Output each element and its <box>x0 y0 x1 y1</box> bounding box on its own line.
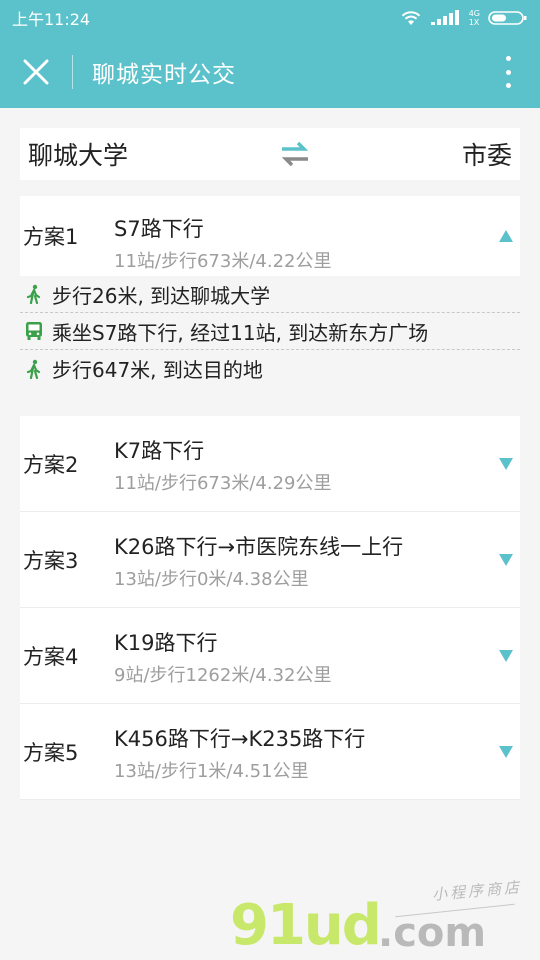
plan-card-5[interactable]: 方案5 K456路下行→K235路下行 13站/步行1米/4.51公里 <box>20 704 520 800</box>
battery-icon <box>488 11 527 25</box>
status-bar: 上午11:24 4G 1X <box>0 0 540 36</box>
plan-number: 方案3 <box>23 548 79 573</box>
plan-number: 方案2 <box>23 452 79 477</box>
step-text: 步行26米, 到达聊城大学 <box>52 283 271 308</box>
watermark: 91ud .com 小程序商店 <box>230 878 530 960</box>
page-title: 聊城实时公交 <box>92 62 236 88</box>
nav-divider <box>72 55 73 89</box>
watermark-subtitle: 小程序商店 <box>431 878 523 904</box>
close-icon <box>23 59 49 85</box>
nav-bar: 聊城实时公交 <box>0 36 540 108</box>
plan-line: K456路下行→K235路下行 <box>114 727 366 751</box>
plan-line: K7路下行 <box>114 439 205 463</box>
plan-list: 方案1 S7路下行 11站/步行673米/4.22公里 步行26米, 到达聊城大… <box>20 196 520 800</box>
swap-button[interactable] <box>275 134 315 174</box>
network-type: 4G <box>468 9 480 18</box>
plan-line: K26路下行→市医院东线一上行 <box>114 535 404 559</box>
expand-arrow-icon[interactable] <box>498 553 514 567</box>
signal-icon <box>430 10 459 25</box>
watermark-domain: .com <box>378 910 487 956</box>
expand-arrow-icon[interactable] <box>498 649 514 663</box>
walk-icon <box>20 284 48 304</box>
close-button[interactable] <box>0 36 72 108</box>
plan-meta: 11站/步行673米/4.22公里 <box>114 251 332 272</box>
expand-arrow-icon[interactable] <box>498 457 514 471</box>
more-dot-icon <box>505 69 511 75</box>
destination-stop[interactable]: 市委 <box>462 136 512 172</box>
expand-arrow-icon[interactable] <box>498 745 514 759</box>
plan-line: S7路下行 <box>114 217 204 241</box>
other-plans: 方案2 K7路下行 11站/步行673米/4.29公里 方案3 K26路下行→市… <box>20 416 520 800</box>
plan-card-4[interactable]: 方案4 K19路下行 9站/步行1262米/4.32公里 <box>20 608 520 704</box>
origin-stop[interactable]: 聊城大学 <box>28 136 128 172</box>
bus-icon <box>20 321 48 341</box>
wifi-icon <box>401 11 420 25</box>
plan-number: 方案5 <box>23 740 79 765</box>
network-sub: 1X <box>468 18 480 27</box>
plan-card-3[interactable]: 方案3 K26路下行→市医院东线一上行 13站/步行0米/4.38公里 <box>20 512 520 608</box>
more-menu-button[interactable] <box>498 56 518 88</box>
more-dot-icon <box>505 56 511 61</box>
route-selector: 聊城大学 市委 <box>20 128 520 180</box>
plan-card-1[interactable]: 方案1 S7路下行 11站/步行673米/4.22公里 <box>20 196 520 276</box>
more-dot-icon <box>505 83 511 88</box>
step-text: 步行647米, 到达目的地 <box>52 358 263 382</box>
plan-meta: 13站/步行0米/4.38公里 <box>114 569 309 590</box>
plan-number: 方案1 <box>23 225 79 249</box>
step-walk-start: 步行26米, 到达聊城大学 <box>20 276 520 313</box>
plan-line: K19路下行 <box>114 631 218 655</box>
walk-icon <box>20 359 48 379</box>
step-bus: 乘坐S7路下行, 经过11站, 到达新东方广场 <box>20 313 520 350</box>
plan-steps: 步行26米, 到达聊城大学 乘坐S7路下行, 经过11站, 到达新东方广场 步行… <box>20 276 520 396</box>
plan-meta: 9站/步行1262米/4.32公里 <box>114 665 332 686</box>
status-time: 上午11:24 <box>12 10 91 29</box>
collapse-arrow-icon[interactable] <box>498 229 514 243</box>
swap-arrows-icon <box>281 141 309 167</box>
step-walk-end: 步行647米, 到达目的地 <box>20 350 520 387</box>
watermark-logo: 91ud <box>230 893 382 958</box>
step-text: 乘坐S7路下行, 经过11站, 到达新东方广场 <box>52 320 429 345</box>
app-header: 上午11:24 4G 1X 聊城实时公交 <box>0 0 540 108</box>
plan-card-2[interactable]: 方案2 K7路下行 11站/步行673米/4.29公里 <box>20 416 520 512</box>
plan-meta: 11站/步行673米/4.29公里 <box>114 473 332 494</box>
plan-meta: 13站/步行1米/4.51公里 <box>114 761 309 782</box>
plan-number: 方案4 <box>23 644 79 669</box>
